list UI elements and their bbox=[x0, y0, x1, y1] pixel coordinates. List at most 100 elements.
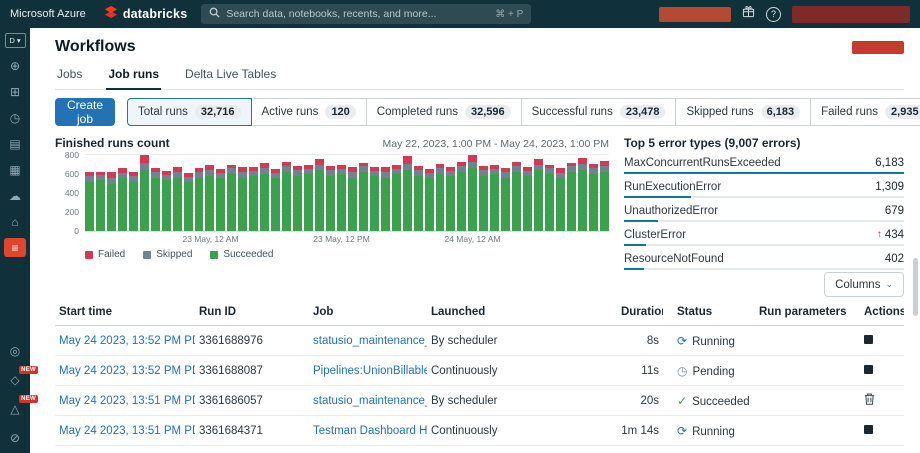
tab-delta-live-tables[interactable]: Delta Live Tables bbox=[183, 62, 278, 89]
error-row: ResourceNotFound402 bbox=[624, 252, 904, 266]
chart-bar bbox=[534, 159, 543, 231]
job-link[interactable]: Pipelines:UnionBillableUsa... bbox=[313, 365, 427, 377]
search-shortcut: ⌘ + P bbox=[495, 9, 523, 20]
succeeded-swatch bbox=[210, 251, 218, 259]
bar-segment-succeeded bbox=[359, 172, 368, 231]
start-time-link[interactable]: May 24 2023, 13:52 PM PDT bbox=[59, 335, 195, 347]
gift-icon[interactable] bbox=[742, 5, 755, 23]
run-parameters-cell bbox=[755, 446, 860, 453]
stop-run-button[interactable] bbox=[864, 335, 873, 344]
error-bar-track bbox=[624, 196, 904, 198]
stop-run-button[interactable] bbox=[864, 425, 873, 434]
column-header-duration[interactable]: Duration bbox=[617, 299, 663, 326]
help-circle-icon[interactable]: ◎ bbox=[4, 341, 26, 360]
trend-up-icon: ↑ bbox=[877, 228, 882, 242]
help-icon[interactable]: ? bbox=[766, 7, 781, 22]
error-row: RunExecutionError1,309 bbox=[624, 180, 904, 194]
marketplace-icon-glyph: ◇ bbox=[10, 373, 19, 387]
job-link[interactable]: statusio_maintenance_rem... bbox=[313, 335, 427, 347]
bar-segment-succeeded bbox=[545, 174, 554, 231]
chart-bar bbox=[282, 162, 291, 231]
chart-bar bbox=[425, 169, 434, 231]
x-tick-label: 24 May, 12 AM bbox=[444, 234, 500, 244]
error-type-row[interactable]: UnauthorizedError679 bbox=[624, 204, 904, 222]
run-parameters-cell bbox=[755, 326, 860, 356]
error-type-row[interactable]: RunExecutionError1,309 bbox=[624, 180, 904, 198]
column-header-launched[interactable]: Launched bbox=[427, 299, 617, 326]
start-time-link[interactable]: May 24 2023, 13:51 PM PDT bbox=[59, 395, 195, 407]
error-count-value: 434 bbox=[885, 228, 904, 242]
bar-segment-succeeded bbox=[556, 178, 565, 231]
start-time-cell: May 24 2023, 13:52 PM PDT bbox=[55, 356, 195, 386]
stat-active-runs[interactable]: Active runs120 bbox=[251, 98, 367, 126]
workflows-icon[interactable]: ≡ bbox=[4, 238, 26, 257]
bar-segment-succeeded bbox=[249, 176, 258, 231]
bar-segment-skipped bbox=[140, 163, 149, 171]
columns-label: Columns bbox=[835, 279, 880, 291]
start-time-link[interactable]: May 24 2023, 13:51 PM PDT bbox=[59, 425, 195, 437]
duration-cell: 11s bbox=[617, 356, 663, 386]
stat-failed-runs[interactable]: Failed runs2,935 bbox=[810, 98, 920, 126]
workspace-switcher[interactable]: D ▾ bbox=[5, 33, 26, 48]
bar-segment-succeeded bbox=[238, 178, 247, 231]
column-header-actions[interactable]: Actions bbox=[860, 299, 904, 326]
new-icon[interactable]: ⊕ bbox=[4, 56, 26, 75]
stat-successful-runs[interactable]: Successful runs23,478 bbox=[521, 98, 677, 126]
chart-bar bbox=[140, 155, 149, 231]
recents-icon[interactable]: ◷ bbox=[4, 108, 26, 127]
job-link[interactable]: statusio_maintenance_rem... bbox=[313, 395, 427, 407]
jobs-icon[interactable]: ▦ bbox=[4, 160, 26, 179]
bar-segment-skipped bbox=[468, 162, 477, 169]
bar-segment-succeeded bbox=[282, 172, 291, 231]
job-cell: statusio_maintenance_rem... bbox=[309, 326, 427, 356]
run-id-cell: 3361686057 bbox=[195, 386, 309, 416]
create-job-button[interactable]: Create job bbox=[55, 98, 115, 126]
chart-bar bbox=[85, 172, 94, 231]
marketplace-icon[interactable]: ◇NEW bbox=[4, 370, 26, 389]
start-time-cell: May 24 2023, 13:51 PM PDT bbox=[55, 416, 195, 446]
models-icon[interactable]: ⊘ bbox=[4, 428, 26, 447]
home-icon[interactable]: ⌂ bbox=[4, 212, 26, 231]
column-header-run-parameters[interactable]: Run parameters bbox=[755, 299, 860, 326]
column-header-status[interactable]: Status bbox=[663, 299, 755, 326]
chart-title: Finished runs count bbox=[55, 136, 170, 150]
bar-segment-succeeded bbox=[162, 180, 171, 231]
column-header-start-time[interactable]: Start time bbox=[55, 299, 195, 326]
stat-skipped-runs[interactable]: Skipped runs6,183 bbox=[675, 98, 811, 126]
error-type-row[interactable]: ResourceNotFound402 bbox=[624, 252, 904, 270]
bar-segment-succeeded bbox=[446, 176, 455, 231]
redacted-account-menu[interactable] bbox=[792, 6, 910, 23]
tab-bar: Jobs Job runs Delta Live Tables bbox=[55, 62, 904, 90]
table-header-row: Start timeRun IDJobLaunchedDurationStatu… bbox=[55, 299, 904, 326]
tab-job-runs[interactable]: Job runs bbox=[106, 62, 161, 90]
chart-bar bbox=[205, 165, 214, 231]
stop-run-button[interactable] bbox=[864, 365, 873, 374]
delete-run-button[interactable] bbox=[864, 393, 875, 408]
bar-segment-succeeded bbox=[195, 178, 204, 231]
tab-jobs[interactable]: Jobs bbox=[55, 62, 84, 89]
catalog-icon[interactable]: ▤ bbox=[4, 134, 26, 153]
stat-total-runs[interactable]: Total runs32,716 bbox=[127, 98, 252, 126]
actions-cell bbox=[860, 416, 904, 446]
error-type-row[interactable]: ClusterError↑434 bbox=[624, 228, 904, 246]
error-type-row[interactable]: MaxConcurrentRunsExceeded6,183 bbox=[624, 156, 904, 174]
start-time-link[interactable]: May 24 2023, 13:52 PM PDT bbox=[59, 365, 195, 377]
bar-segment-succeeded bbox=[392, 174, 401, 231]
start-time-cell: May 24 2023, 13:52 PM PDT bbox=[55, 326, 195, 356]
bar-segment-succeeded bbox=[260, 174, 269, 231]
models-icon-glyph: ⊘ bbox=[10, 431, 20, 445]
databricks-brand[interactable]: databricks bbox=[104, 5, 188, 24]
topbar: Microsoft Azure databricks Search data, … bbox=[0, 0, 920, 28]
search-input[interactable]: Search data, notebooks, recents, and mor… bbox=[201, 4, 531, 24]
experiments-icon[interactable]: △NEW bbox=[4, 399, 26, 418]
columns-dropdown-button[interactable]: Columns ⌄ bbox=[824, 272, 904, 297]
job-link[interactable]: Testman Dashboard High F... bbox=[313, 425, 427, 437]
column-header-job[interactable]: Job bbox=[309, 299, 427, 326]
scrollbar-thumb[interactable] bbox=[913, 258, 918, 316]
workspace-icon[interactable]: ⊞ bbox=[4, 82, 26, 101]
compute-cloud-icon[interactable]: ☁ bbox=[4, 186, 26, 205]
error-count: 6,183 bbox=[875, 156, 904, 170]
column-header-run-id[interactable]: Run ID bbox=[195, 299, 309, 326]
y-tick-label: 200 bbox=[65, 207, 79, 217]
stat-completed-runs[interactable]: Completed runs32,596 bbox=[366, 98, 522, 126]
